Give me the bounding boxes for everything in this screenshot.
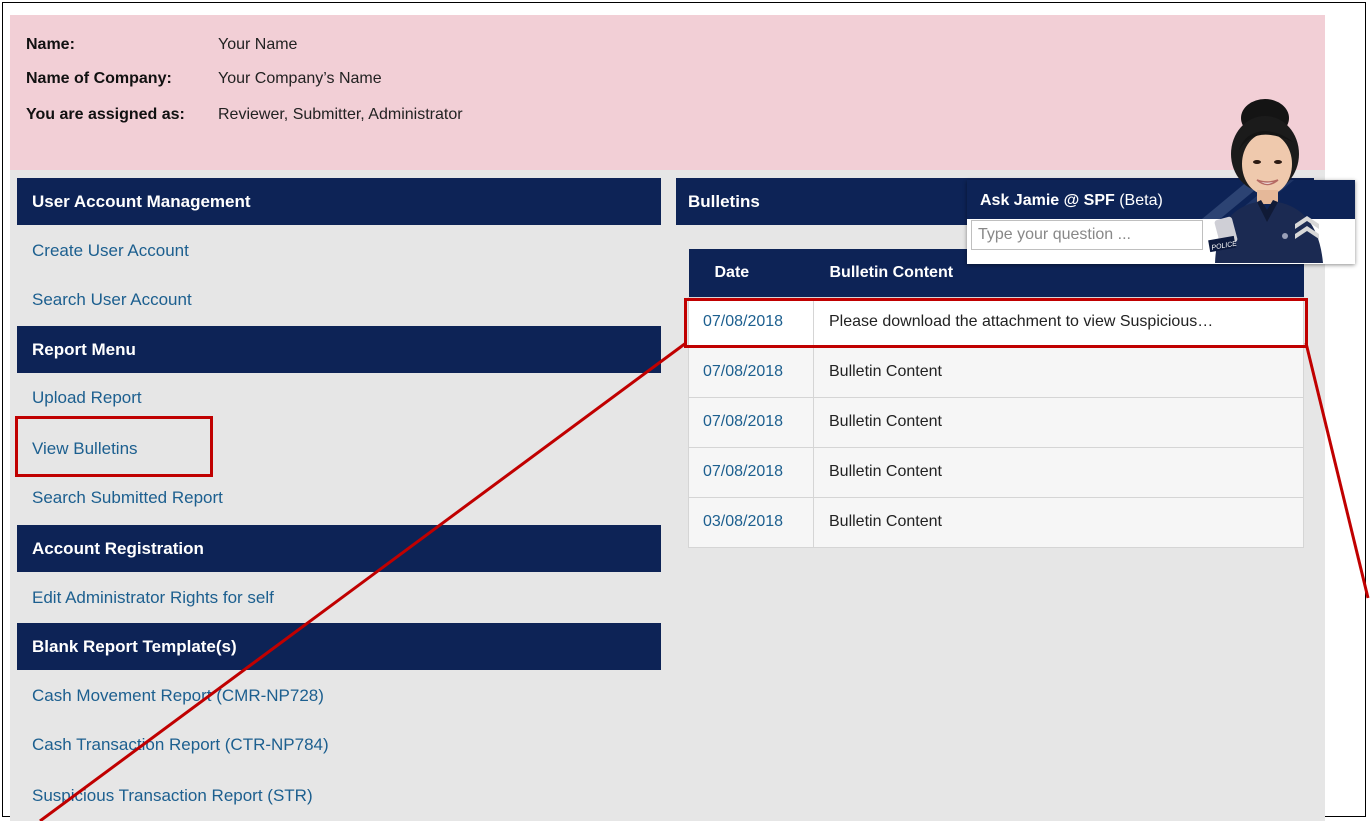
table-row[interactable]: 07/08/2018 Bulletin Content xyxy=(688,396,1304,448)
bulletin-date[interactable]: 07/08/2018 xyxy=(688,296,814,348)
chat-title-suffix: (Beta) xyxy=(1114,192,1163,209)
bulletin-date[interactable]: 03/08/2018 xyxy=(688,496,814,548)
section-header-account-registration: Account Registration xyxy=(17,525,661,572)
bulletins-table: Date Bulletin Content 07/08/2018 Please … xyxy=(688,249,1304,548)
bulletin-content[interactable]: Bulletin Content xyxy=(813,446,1304,498)
face-icon xyxy=(1242,133,1292,195)
menu-link-edit-admin-rights[interactable]: Edit Administrator Rights for self xyxy=(32,587,274,609)
bulletin-date[interactable]: 07/08/2018 xyxy=(688,446,814,498)
chat-question-input[interactable] xyxy=(971,220,1203,250)
name-label: Name: xyxy=(26,36,75,53)
section-header-report-menu: Report Menu xyxy=(17,326,661,373)
assigned-value: Reviewer, Submitter, Administrator xyxy=(218,106,463,123)
bulletin-content[interactable]: Bulletin Content xyxy=(813,496,1304,548)
bulletin-content[interactable]: Bulletin Content xyxy=(813,396,1304,448)
menu-link-search-user-account[interactable]: Search User Account xyxy=(32,289,192,311)
column-header-date: Date xyxy=(688,249,814,297)
menu-link-ctr-template[interactable]: Cash Transaction Report (CTR-NP784) xyxy=(32,734,329,756)
table-row[interactable]: 03/08/2018 Bulletin Content xyxy=(688,496,1304,548)
bulletin-date[interactable]: 07/08/2018 xyxy=(688,396,814,448)
menu-link-upload-report[interactable]: Upload Report xyxy=(32,387,142,409)
bulletin-content[interactable]: Bulletin Content xyxy=(813,346,1304,398)
company-label: Name of Company: xyxy=(26,70,172,87)
section-header-user-account: User Account Management xyxy=(17,178,661,225)
bulletin-date[interactable]: 07/08/2018 xyxy=(688,346,814,398)
assigned-label: You are assigned as: xyxy=(26,106,185,123)
name-value: Your Name xyxy=(218,36,298,53)
menu-link-str-template[interactable]: Suspicious Transaction Report (STR) xyxy=(32,785,313,807)
chat-title: Ask Jamie @ SPF xyxy=(980,192,1115,209)
section-header-templates: Blank Report Template(s) xyxy=(17,623,661,670)
menu-link-create-user-account[interactable]: Create User Account xyxy=(32,240,189,262)
menu-link-view-bulletins[interactable]: View Bulletins xyxy=(32,438,138,460)
table-row[interactable]: 07/08/2018 Bulletin Content xyxy=(688,346,1304,398)
menu-link-cmr-template[interactable]: Cash Movement Report (CMR-NP728) xyxy=(32,685,324,707)
menu-link-search-submitted-report[interactable]: Search Submitted Report xyxy=(32,487,223,509)
jamie-avatar: POLICE xyxy=(1208,99,1323,263)
table-row[interactable]: 07/08/2018 Bulletin Content xyxy=(688,446,1304,498)
company-value: Your Company’s Name xyxy=(218,70,382,87)
bulletin-content[interactable]: Please download the attachment to view S… xyxy=(813,296,1304,348)
table-row[interactable]: 07/08/2018 Please download the attachmen… xyxy=(688,296,1304,348)
user-info-panel: Name: Your Name Name of Company: Your Co… xyxy=(10,15,1325,170)
